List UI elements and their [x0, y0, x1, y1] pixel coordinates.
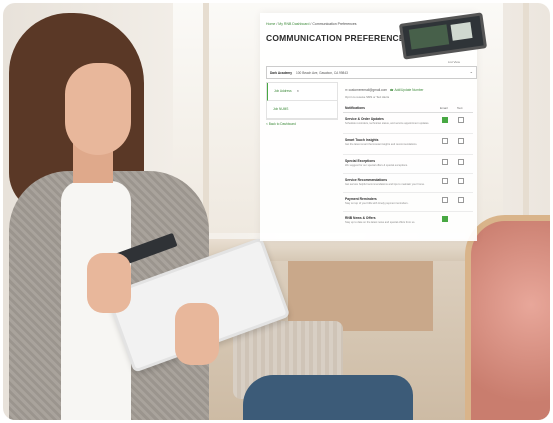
header-notifications: Notifications: [345, 106, 365, 110]
table-row: Smart Touch Insights Get the latest smar…: [343, 134, 473, 155]
email-checkbox[interactable]: [442, 178, 448, 184]
breadcrumb-current: Communication Preferences: [312, 22, 357, 26]
email-checkbox[interactable]: [442, 138, 448, 144]
woman-hand-right: [175, 303, 219, 365]
contact-row: ✉ customeremail@gmail.com ☎ Add/Update N…: [345, 88, 424, 92]
row-title: Service & Order Updates: [345, 117, 384, 121]
hero-image-frame: Home / My RNB Dashboard / Communication …: [3, 3, 550, 420]
email-checkbox[interactable]: [442, 117, 448, 123]
header-text: Text: [457, 106, 463, 110]
window-frame: [523, 3, 529, 233]
woman-jeans: [243, 375, 413, 420]
breadcrumb: Home / My RNB Dashboard / Communication …: [266, 22, 357, 26]
address-select[interactable]: Dark Academy 100 Beach Ave, Gasabon, CA …: [266, 66, 477, 79]
table-row: RNB News & Offers Stay up to date on the…: [343, 212, 473, 230]
contact-subtext: Opt in to receive SMS or Text Alerts: [345, 95, 390, 99]
header-email: Email: [440, 106, 448, 110]
device-screen: [408, 24, 450, 50]
row-title: RNB News & Offers: [345, 216, 376, 220]
armchair: [465, 215, 550, 420]
row-description: We suggest for our special offers & spec…: [345, 164, 408, 167]
table-row: Special Exceptions We suggest for our sp…: [343, 155, 473, 174]
window-frame: [203, 3, 209, 233]
row-title: Service Recommendations: [345, 178, 388, 182]
row-description: Schedule reminders, technician status, a…: [345, 122, 430, 125]
table-row: Service Recommendations Get service help…: [343, 174, 473, 193]
side-nav-label: Job Address: [274, 89, 292, 93]
side-nav-item-job-nums[interactable]: Job NUMS: [267, 101, 337, 119]
address-label: Dark Academy: [270, 70, 293, 75]
text-checkbox[interactable]: [458, 178, 464, 184]
row-description: Get the latest smart thermostat insights…: [345, 143, 418, 146]
text-checkbox[interactable]: [458, 138, 464, 144]
woman-hand-left: [87, 253, 131, 313]
text-checkbox[interactable]: [458, 117, 464, 123]
woman-face: [65, 63, 131, 155]
table-header: Notifications Email Text: [343, 103, 473, 113]
chevron-down-icon: ⌄: [469, 69, 473, 74]
text-checkbox[interactable]: [458, 159, 464, 165]
breadcrumb-home[interactable]: Home: [266, 22, 275, 26]
add-number-link[interactable]: Add/Update Number: [394, 88, 423, 92]
email-checkbox[interactable]: [442, 159, 448, 165]
table-row: Service & Order Updates Schedule reminde…: [343, 113, 473, 134]
email-icon: ✉: [345, 88, 348, 92]
view-toggle[interactable]: List View: [448, 60, 460, 64]
side-nav: Job Address 8 Job NUMS: [266, 82, 338, 120]
row-title: Special Exceptions: [345, 159, 376, 163]
row-title: Smart Touch Insights: [345, 138, 379, 142]
side-nav-badge: 8: [297, 89, 299, 93]
row-title: Payment Reminders: [345, 197, 377, 201]
page-title: COMMUNICATION PREFERENCES: [266, 33, 411, 43]
row-description: Stay on top of your bills with timely pa…: [345, 202, 409, 205]
row-description: Get service helpful recommendations and …: [345, 183, 425, 186]
email-checkbox[interactable]: [442, 216, 448, 222]
contact-email: customeremail@gmail.com: [348, 88, 388, 92]
back-to-dashboard-link[interactable]: < Back to Dashboard: [266, 122, 296, 126]
address-value: 100 Beach Ave, Gasabon, CA 99843: [296, 70, 348, 75]
side-nav-item-job-address[interactable]: Job Address 8: [267, 83, 338, 101]
side-nav-label: Job NUMS: [273, 107, 289, 111]
device-panel: [450, 22, 473, 41]
text-checkbox[interactable]: [458, 197, 464, 203]
table-row: Payment Reminders Stay on top of your bi…: [343, 193, 473, 212]
email-checkbox[interactable]: [442, 197, 448, 203]
row-description: Stay up to date on the latest news and s…: [345, 221, 416, 224]
breadcrumb-dashboard[interactable]: My RNB Dashboard: [278, 22, 309, 26]
